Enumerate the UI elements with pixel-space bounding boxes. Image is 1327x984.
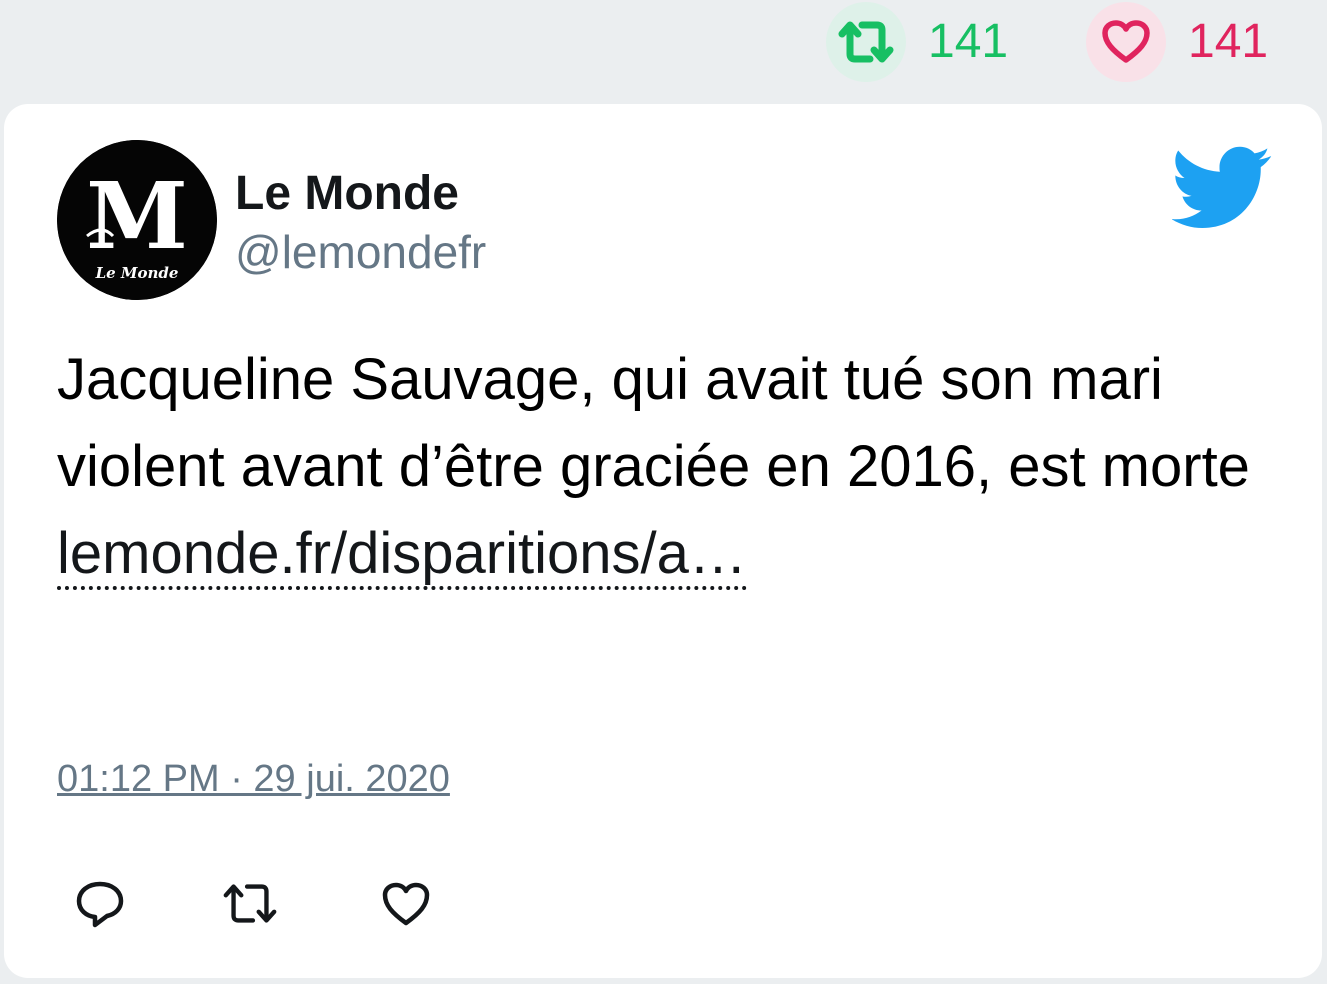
svg-text:M: M [86, 162, 188, 270]
retweet-button[interactable] [220, 874, 280, 934]
author-handle[interactable]: @lemondefr [235, 224, 486, 280]
retweet-icon [223, 884, 277, 923]
tweet-card: M Le Monde Le Monde @lemondefr Jacquelin… [4, 104, 1322, 978]
le-monde-logo-icon[interactable]: M Le Monde [57, 140, 217, 300]
retweet-icon [838, 21, 894, 63]
author-name[interactable]: Le Monde [235, 166, 459, 222]
like-stat-button[interactable] [1086, 2, 1166, 82]
tweet-text: Jacqueline Sauvage, qui avait tué son ma… [57, 336, 1257, 597]
heart-icon [1102, 20, 1150, 63]
reply-icon [76, 881, 124, 928]
retweet-stat-button[interactable] [826, 2, 906, 82]
like-count: 141 [1188, 15, 1269, 68]
reply-button[interactable] [70, 874, 130, 934]
retweet-count: 141 [928, 15, 1009, 68]
twitter-bird-icon[interactable] [1172, 146, 1272, 230]
like-button[interactable] [376, 874, 436, 934]
tweet-link[interactable]: lemonde.fr/disparitions/a… [57, 521, 747, 590]
tweet-body: Jacqueline Sauvage, qui avait tué son ma… [57, 347, 1250, 499]
heart-icon [382, 882, 430, 926]
svg-text:Le Monde: Le Monde [95, 264, 179, 282]
tweet-timestamp[interactable]: 01:12 PM · 29 jui. 2020 [57, 756, 450, 802]
top-stats-bar: 141 141 [0, 0, 1327, 100]
